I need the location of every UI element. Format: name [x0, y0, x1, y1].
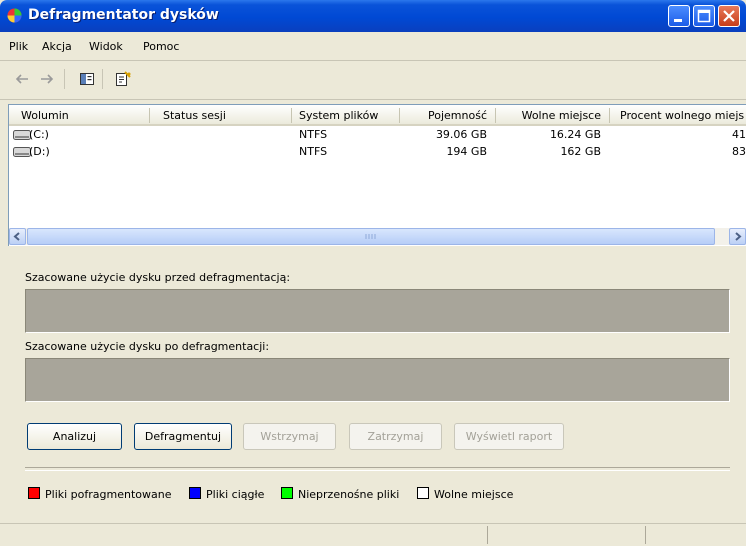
show-hide-console-tree-icon[interactable]	[79, 71, 95, 87]
chevron-left-icon	[13, 232, 20, 241]
minimize-icon	[674, 19, 682, 22]
legend-label-contiguous: Pliki ciągłe	[206, 488, 265, 501]
view-report-button[interactable]: Wyświetl raport	[454, 423, 564, 450]
column-header-percent-free[interactable]: Procent wolnego miejs	[620, 105, 746, 126]
percent-free: 41	[732, 128, 746, 141]
menu-action[interactable]: Akcja	[42, 40, 72, 53]
table-row[interactable]: (D:) NTFS 194 GB 162 GB 83	[9, 144, 746, 160]
file-system: NTFS	[299, 145, 328, 158]
title-bar[interactable]: Defragmentator dysków	[0, 0, 746, 32]
usage-before-label: Szacowane użycie dysku przed defragmenta…	[25, 271, 291, 284]
capacity: 39.06 GB	[435, 128, 487, 141]
legend-label-fragmented: Pliki pofragmentowane	[45, 488, 172, 501]
analyze-button[interactable]: Analizuj	[27, 423, 122, 450]
volume-name: (D:)	[29, 145, 50, 158]
stop-button[interactable]: Zatrzymaj	[349, 423, 442, 450]
close-button[interactable]	[718, 5, 740, 27]
legend-swatch-contiguous	[189, 487, 201, 499]
status-bar	[0, 523, 746, 546]
percent-free: 83	[732, 145, 746, 158]
usage-before-display	[25, 289, 730, 333]
legend-label-unmovable: Nieprzenośne pliki	[298, 488, 400, 501]
close-icon	[723, 10, 735, 22]
usage-after-display	[25, 358, 730, 402]
file-system: NTFS	[299, 128, 328, 141]
menu-view[interactable]: Widok	[89, 40, 123, 53]
legend-label-free-space: Wolne miejsce	[434, 488, 514, 501]
window-title: Defragmentator dysków	[28, 7, 219, 23]
legend-swatch-fragmented	[28, 487, 40, 499]
toolbar	[0, 61, 746, 100]
scroll-right-button[interactable]	[729, 228, 746, 245]
usage-after-label: Szacowane użycie dysku po defragmentacji…	[25, 340, 270, 353]
column-header-file-system[interactable]: System plików	[299, 105, 378, 126]
volume-list: Wolumin Status sesji System plików Pojem…	[8, 104, 746, 246]
column-header-volume[interactable]: Wolumin	[21, 105, 69, 126]
maximize-icon	[697, 9, 711, 23]
grip-icon	[365, 234, 376, 239]
properties-icon[interactable]	[114, 71, 132, 87]
menu-file[interactable]: Plik	[9, 40, 28, 53]
minimize-button[interactable]	[668, 5, 690, 27]
back-arrow-icon[interactable]	[14, 71, 30, 87]
forward-arrow-icon[interactable]	[39, 71, 55, 87]
menu-help[interactable]: Pomoc	[143, 40, 179, 53]
horizontal-scrollbar[interactable]	[9, 228, 746, 245]
maximize-button[interactable]	[693, 5, 715, 27]
capacity: 194 GB	[446, 145, 487, 158]
column-header-session-status[interactable]: Status sesji	[163, 105, 226, 126]
free-space: 162 GB	[560, 145, 601, 158]
defragment-button[interactable]: Defragmentuj	[134, 423, 232, 450]
defragmenter-app-icon	[7, 8, 22, 23]
divider	[25, 467, 730, 471]
volume-name: (C:)	[29, 128, 49, 141]
chevron-right-icon	[735, 232, 742, 241]
menu-bar: Plik Akcja Widok Pomoc	[0, 32, 746, 61]
scroll-thumb[interactable]	[27, 228, 715, 245]
column-header-free-space[interactable]: Wolne miejsce	[495, 105, 601, 126]
defragmenter-window: Defragmentator dysków Plik Akcja Widok P…	[0, 0, 746, 545]
legend-swatch-free-space	[417, 487, 429, 499]
legend-swatch-unmovable	[281, 487, 293, 499]
pause-button[interactable]: Wstrzymaj	[243, 423, 336, 450]
free-space: 16.24 GB	[549, 128, 601, 141]
column-header-capacity[interactable]: Pojemność	[399, 105, 487, 126]
scroll-left-button[interactable]	[9, 228, 26, 245]
table-row[interactable]: (C:) NTFS 39.06 GB 16.24 GB 41	[9, 127, 746, 143]
